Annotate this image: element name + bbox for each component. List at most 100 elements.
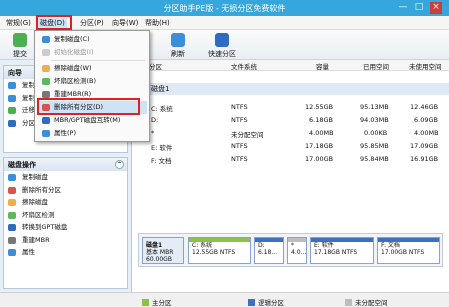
cell-capacity: 17.18GB bbox=[305, 142, 334, 150]
disk-ops-title: 磁盘操作 bbox=[8, 161, 36, 169]
menu-item-properties[interactable]: 属性(P) bbox=[37, 127, 147, 140]
table-row[interactable]: F: 文档 NTFS 17.00GB 95.84MB 16.91GB bbox=[133, 153, 449, 166]
table-row[interactable]: C: 系统 NTFS 12.55GB 95.13MB 12.46GB bbox=[133, 101, 449, 114]
minimize-button[interactable]: — bbox=[397, 2, 409, 14]
partition-block-f[interactable]: F: 文档 17.00GB NTFS bbox=[377, 237, 440, 264]
cell-fs: NTFS bbox=[231, 142, 248, 150]
cell-fs: NTFS bbox=[231, 103, 248, 111]
cell-capacity: 6.18GB bbox=[309, 116, 333, 124]
menu-item-init-disk: 初始化磁盘(I) bbox=[37, 46, 147, 59]
wipe-icon bbox=[8, 199, 16, 206]
cell-capacity: 4.00MB bbox=[309, 129, 334, 137]
disk-op-bad-sector[interactable]: 坏扇区检测 bbox=[4, 209, 127, 222]
convert-icon bbox=[42, 117, 50, 124]
disk-op-delete-all[interactable]: 删除所有分区 bbox=[4, 184, 127, 197]
disk-menu-dropdown: 复制磁盘(C) 初始化磁盘(I) 擦除磁盘(W) 坏扇区检测(B) 重建MBR(… bbox=[34, 30, 150, 142]
mbr-icon bbox=[8, 236, 16, 244]
menu-item-wipe-disk[interactable]: 擦除磁盘(W) bbox=[37, 62, 147, 75]
menu-item-copy-disk[interactable]: 复制磁盘(C) bbox=[37, 33, 147, 46]
disk-row[interactable]: 磁盘1 bbox=[133, 83, 449, 95]
scan-icon bbox=[42, 78, 50, 85]
disk-op-label: 擦除磁盘 bbox=[22, 198, 48, 206]
col-used[interactable]: 已用空间 bbox=[363, 61, 389, 71]
col-free[interactable]: 未使用空间 bbox=[409, 61, 442, 71]
properties-icon bbox=[42, 130, 50, 137]
convert-icon bbox=[8, 224, 16, 231]
collapse-icon[interactable]: ⌃ bbox=[115, 160, 124, 169]
legend-unalloc: 未分配空间 bbox=[345, 297, 388, 307]
disk-op-properties[interactable]: 属性 bbox=[4, 246, 127, 259]
copy-disk-icon bbox=[8, 174, 16, 181]
cell-partition: F: 文档 bbox=[151, 157, 172, 165]
wipe-icon bbox=[42, 65, 50, 72]
disk-label: 磁盘1 bbox=[151, 85, 170, 93]
quick-partition-button[interactable]: 快速分区 bbox=[198, 33, 246, 59]
disk-name: 磁盘1 bbox=[146, 242, 163, 249]
close-button[interactable]: × bbox=[430, 2, 442, 14]
partition-block-unalloc[interactable]: * 4.0... bbox=[287, 237, 307, 264]
menu-separator bbox=[51, 60, 145, 61]
menu-item-bad-sector[interactable]: 坏扇区检测(B) bbox=[37, 75, 147, 88]
disk-op-to-gpt[interactable]: 转换到GPT磁盘 bbox=[4, 221, 127, 234]
menu-help[interactable]: 帮助(H) bbox=[143, 18, 172, 28]
menu-item-label: 重建MBR(R) bbox=[54, 90, 92, 98]
part-name: F: 文档 bbox=[381, 242, 400, 249]
mbr-icon bbox=[42, 91, 50, 98]
legend-logical-label: 逻辑分区 bbox=[258, 299, 284, 307]
cell-partition: C: 系统 bbox=[151, 105, 173, 113]
menu-wizard[interactable]: 向导(W) bbox=[110, 18, 140, 28]
scan-icon bbox=[8, 211, 16, 219]
menu-item-label: MBR/GPT磁盘互转(M) bbox=[54, 116, 121, 124]
col-partition[interactable]: 分区 bbox=[149, 61, 162, 71]
disk-op-rebuild-mbr[interactable]: 重建MBR bbox=[4, 234, 127, 247]
refresh-button[interactable]: 刷新 bbox=[158, 33, 198, 59]
menu-item-label: 复制磁盘(C) bbox=[54, 35, 90, 43]
unalloc-swatch-icon bbox=[345, 299, 352, 306]
table-header: 分区 文件系统 容量 已用空间 未使用空间 bbox=[133, 60, 449, 71]
disk-op-label: 属性 bbox=[22, 248, 35, 256]
disk-op-wipe[interactable]: 擦除磁盘 bbox=[4, 196, 127, 209]
status-bar: 主分区 逻辑分区 未分配空间 bbox=[0, 292, 449, 307]
cell-partition: * bbox=[151, 129, 155, 137]
cell-used: 95.84MB bbox=[360, 155, 389, 163]
cell-used: 0.00KB bbox=[364, 129, 388, 137]
menu-item-mbr-gpt[interactable]: MBR/GPT磁盘互转(M) bbox=[37, 114, 147, 127]
init-disk-icon bbox=[42, 49, 50, 56]
legend-primary-label: 主分区 bbox=[152, 299, 172, 307]
cell-partition: E: 软件 bbox=[151, 144, 173, 152]
cell-free: 4.00MB bbox=[414, 129, 439, 137]
table-row[interactable]: D: NTFS 6.18GB 94.03MB 6.09GB bbox=[133, 114, 449, 127]
partition-block-e[interactable]: E: 软件 17.18GB NTFS bbox=[310, 237, 374, 264]
disk-ops-panel: 磁盘操作 ⌃ 复制磁盘 删除所有分区 擦除磁盘 坏扇区检测 转换到GPT磁盘 重建… bbox=[3, 157, 128, 289]
partition-block-c[interactable]: C: 系统 12.55GB NTFS bbox=[188, 237, 251, 264]
delete-icon bbox=[8, 186, 16, 194]
menu-general[interactable]: 常规(G) bbox=[4, 18, 33, 28]
table-row[interactable]: E: 软件 NTFS 17.18GB 95.85MB 17.09GB bbox=[133, 140, 449, 153]
disk-icon bbox=[215, 33, 229, 47]
maximize-button[interactable]: □ bbox=[413, 2, 425, 14]
col-capacity[interactable]: 容量 bbox=[316, 61, 329, 71]
migrate-icon bbox=[8, 107, 16, 114]
table-row[interactable]: * 未分配空间 4.00MB 0.00KB 4.00MB bbox=[133, 127, 449, 140]
partition-block-d[interactable]: D: 6.18... bbox=[254, 237, 284, 264]
part-name: D: bbox=[258, 242, 265, 249]
window-title: 分区助手PE版 - 无损分区免费软件 bbox=[163, 4, 286, 13]
cell-capacity: 17.00GB bbox=[305, 155, 334, 163]
menu-item-label: 擦除磁盘(W) bbox=[54, 64, 92, 72]
cell-fs: 未分配空间 bbox=[231, 131, 264, 139]
disk-op-copy[interactable]: 复制磁盘 bbox=[4, 171, 127, 184]
cell-free: 12.46GB bbox=[410, 103, 439, 111]
disk-size: 60.00GB bbox=[146, 256, 172, 263]
col-filesystem[interactable]: 文件系统 bbox=[231, 61, 257, 71]
refresh-label: 刷新 bbox=[171, 50, 185, 58]
legend-primary: 主分区 bbox=[142, 297, 172, 307]
cell-used: 95.13MB bbox=[360, 103, 389, 111]
disk-info-block[interactable]: 磁盘1 基本 MBR 60.00GB bbox=[142, 237, 184, 264]
cell-partition: D: bbox=[151, 116, 159, 124]
cell-fs: NTFS bbox=[231, 116, 248, 124]
properties-icon bbox=[8, 249, 16, 256]
menu-partition[interactable]: 分区(P) bbox=[78, 18, 106, 28]
part-info: 17.00GB NTFS bbox=[381, 249, 425, 256]
disk-op-label: 复制磁盘 bbox=[22, 173, 48, 181]
legend-logical: 逻辑分区 bbox=[248, 297, 284, 307]
